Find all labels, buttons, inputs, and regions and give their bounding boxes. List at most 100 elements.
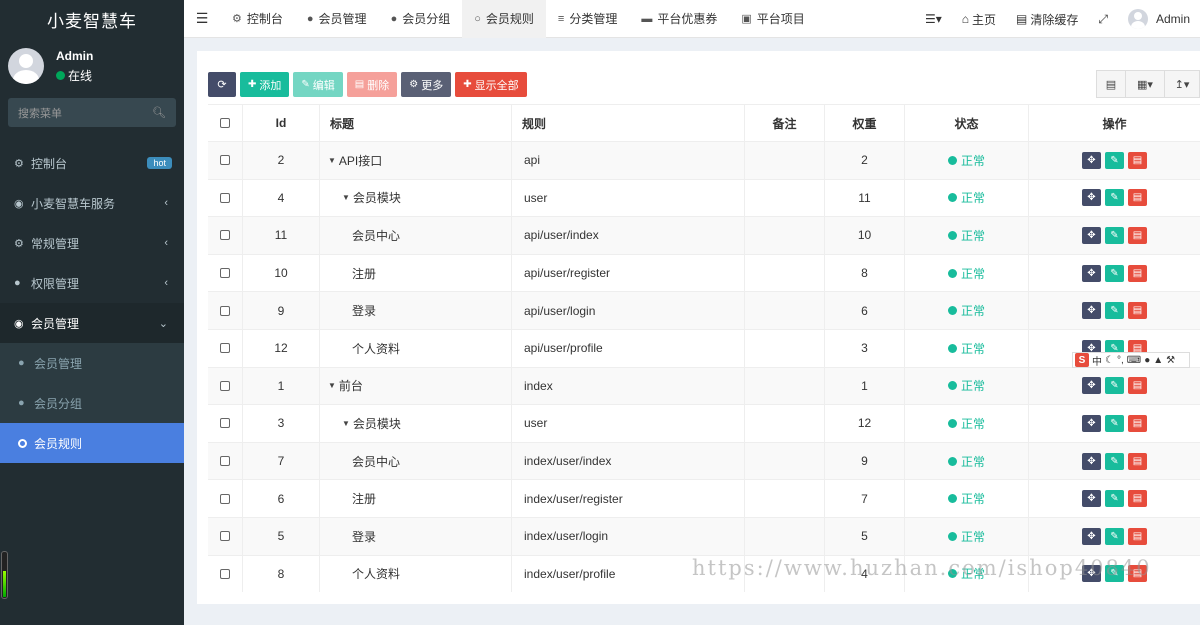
column-header-rule[interactable]: 规则	[512, 105, 745, 141]
refresh-button[interactable]: ⟳	[208, 72, 236, 97]
punctuation-icon[interactable]: °,	[1117, 355, 1124, 366]
keyboard-icon[interactable]: ⌨	[1127, 355, 1141, 366]
edit-row-button[interactable]: ✎	[1105, 264, 1124, 282]
sidebar-item-member[interactable]: ◉ 会员管理 ⌄	[0, 303, 184, 343]
row-checkbox[interactable]	[220, 531, 230, 542]
tab-project[interactable]: ▣ 平台项目	[729, 0, 816, 38]
table-row[interactable]: 3 ▼ 会员模块 user 12 正常 ✥ ✎ ▤	[208, 404, 1200, 442]
ime-mode-label[interactable]: 中	[1092, 353, 1102, 368]
drag-button[interactable]: ✥	[1082, 414, 1101, 432]
caret-down-icon[interactable]: ▼	[342, 193, 350, 202]
drag-button[interactable]: ✥	[1082, 189, 1101, 207]
row-checkbox[interactable]	[220, 155, 230, 166]
edit-row-button[interactable]: ✎	[1105, 189, 1124, 207]
user-icon[interactable]: ●	[1144, 355, 1150, 366]
home-link[interactable]: ⌂ 主页	[952, 0, 1006, 38]
drag-button[interactable]: ✥	[1082, 226, 1101, 244]
fullscreen-button[interactable]: ⤢	[1088, 0, 1118, 38]
drag-button[interactable]: ✥	[1082, 490, 1101, 508]
columns-dropdown-button[interactable]: ▦▾	[1125, 70, 1165, 98]
sidebar-subitem-member-manage[interactable]: ● 会员管理	[0, 343, 184, 383]
drag-button[interactable]: ✥	[1082, 151, 1101, 169]
table-row[interactable]: 7 会员中心 index/user/index 9 正常 ✥ ✎ ▤	[208, 441, 1200, 480]
table-row[interactable]: 2 ▼ API接口 api 2 正常 ✥ ✎ ▤	[208, 141, 1200, 179]
edit-button[interactable]: ✎ 编辑	[293, 72, 343, 97]
wrench-icon[interactable]: ⚒	[1166, 355, 1175, 366]
menu-toggle-icon[interactable]: ☰	[184, 0, 220, 38]
drag-button[interactable]: ✥	[1082, 377, 1101, 395]
drag-button[interactable]: ✥	[1082, 452, 1101, 470]
table-row[interactable]: 5 登录 index/user/login 5 正常 ✥ ✎ ▤	[208, 516, 1200, 555]
show-all-button[interactable]: ✚ 显示全部	[455, 72, 527, 97]
edit-row-button[interactable]: ✎	[1105, 226, 1124, 244]
column-header-weight[interactable]: 权重	[825, 105, 905, 141]
row-checkbox[interactable]	[220, 418, 230, 429]
row-checkbox[interactable]	[220, 230, 230, 241]
delete-row-button[interactable]: ▤	[1128, 527, 1147, 545]
row-checkbox[interactable]	[220, 268, 230, 279]
edit-row-button[interactable]: ✎	[1105, 377, 1124, 395]
tab-category[interactable]: ≡ 分类管理	[546, 0, 629, 38]
table-row[interactable]: 1 ▼ 前台 index 1 正常 ✥ ✎ ▤	[208, 366, 1200, 405]
row-checkbox[interactable]	[220, 192, 230, 203]
column-header-status[interactable]: 状态	[905, 105, 1029, 141]
delete-row-button[interactable]: ▤	[1128, 264, 1147, 282]
drag-button[interactable]: ✥	[1082, 302, 1101, 320]
caret-down-icon[interactable]: ▼	[328, 381, 336, 390]
clear-cache-button[interactable]: ▤ 清除缓存	[1006, 0, 1088, 38]
sidebar-item-auth[interactable]: ● 权限管理 ‹	[0, 263, 184, 303]
table-view-button[interactable]: ▤	[1096, 70, 1126, 98]
sidebar-subitem-member-group[interactable]: ● 会员分组	[0, 383, 184, 423]
sidebar-item-general[interactable]: ⚙ 常规管理 ‹	[0, 223, 184, 263]
tab-dashboard[interactable]: ⚙ 控制台	[220, 0, 295, 38]
row-checkbox[interactable]	[220, 380, 230, 391]
shirt-icon[interactable]: ▲	[1153, 355, 1163, 366]
table-row[interactable]: 10 注册 api/user/register 8 正常 ✥ ✎ ▤	[208, 253, 1200, 292]
export-dropdown-button[interactable]: ↥▾	[1164, 70, 1200, 98]
edit-row-button[interactable]: ✎	[1105, 527, 1124, 545]
select-all-checkbox[interactable]	[220, 118, 230, 128]
tab-member-group[interactable]: ● 会员分组	[379, 0, 463, 38]
column-header-remark[interactable]: 备注	[745, 105, 825, 141]
edit-row-button[interactable]: ✎	[1105, 151, 1124, 169]
drag-button[interactable]: ✥	[1082, 264, 1101, 282]
edit-row-button[interactable]: ✎	[1105, 490, 1124, 508]
table-row[interactable]: 9 登录 api/user/login 6 正常 ✥ ✎ ▤	[208, 291, 1200, 329]
add-button[interactable]: ✚ 添加	[240, 72, 290, 97]
delete-row-button[interactable]: ▤	[1128, 302, 1147, 320]
caret-down-icon[interactable]: ▼	[328, 156, 336, 165]
row-checkbox[interactable]	[220, 493, 230, 504]
delete-row-button[interactable]: ▤	[1128, 414, 1147, 432]
sidebar-item-car-service[interactable]: ◉ 小麦智慧车服务 ‹	[0, 183, 184, 223]
tab-member-rule[interactable]: ○ 会员规则	[462, 0, 546, 38]
row-checkbox[interactable]	[220, 305, 230, 316]
table-row[interactable]: 11 会员中心 api/user/index 10 正常 ✥ ✎ ▤	[208, 216, 1200, 254]
caret-down-icon[interactable]: ▼	[342, 419, 350, 428]
table-row[interactable]: 12 个人资料 api/user/profile 3 正常 ✥ ✎ ▤	[208, 328, 1200, 367]
tabs-dropdown-button[interactable]: ☰▾	[915, 0, 952, 38]
ime-toolbar[interactable]: S 中 ☾ °, ⌨ ● ▲ ⚒	[1072, 352, 1190, 368]
tab-coupon[interactable]: ▬ 平台优惠券	[629, 0, 729, 38]
column-header-title[interactable]: 标题	[320, 105, 512, 141]
drag-button[interactable]: ✥	[1082, 527, 1101, 545]
delete-row-button[interactable]: ▤	[1128, 226, 1147, 244]
sidebar-item-dashboard[interactable]: ⚙ 控制台 hot	[0, 143, 184, 183]
table-row[interactable]: 4 ▼ 会员模块 user 11 正常 ✥ ✎ ▤	[208, 178, 1200, 217]
app-logo[interactable]: 小麦智慧车	[0, 0, 184, 38]
delete-row-button[interactable]: ▤	[1128, 189, 1147, 207]
moon-icon[interactable]: ☾	[1105, 355, 1114, 366]
delete-row-button[interactable]: ▤	[1128, 377, 1147, 395]
delete-row-button[interactable]: ▤	[1128, 151, 1147, 169]
row-checkbox[interactable]	[220, 343, 230, 354]
delete-row-button[interactable]: ▤	[1128, 452, 1147, 470]
row-checkbox[interactable]	[220, 456, 230, 467]
table-row[interactable]: 6 注册 index/user/register 7 正常 ✥ ✎ ▤	[208, 479, 1200, 517]
edit-row-button[interactable]: ✎	[1105, 302, 1124, 320]
sidebar-subitem-member-rule[interactable]: 会员规则	[0, 423, 184, 463]
delete-row-button[interactable]: ▤	[1128, 490, 1147, 508]
edit-row-button[interactable]: ✎	[1105, 452, 1124, 470]
tab-member-manage[interactable]: ● 会员管理	[295, 0, 379, 38]
column-header-id[interactable]: Id	[243, 105, 320, 141]
edit-row-button[interactable]: ✎	[1105, 414, 1124, 432]
row-checkbox[interactable]	[220, 568, 230, 579]
